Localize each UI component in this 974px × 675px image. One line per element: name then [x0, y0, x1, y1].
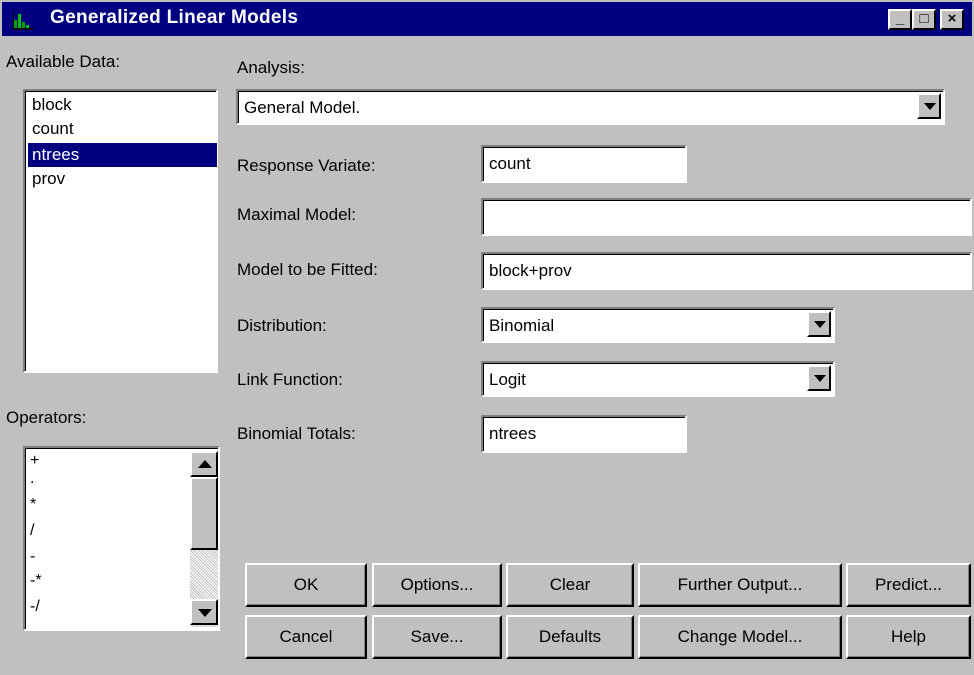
link-function-label: Link Function: — [237, 370, 343, 389]
close-button[interactable]: × — [940, 9, 964, 30]
model-fitted-value: block+prov — [489, 261, 572, 280]
distribution-value: Binomial — [489, 316, 555, 335]
analysis-value: General Model. — [244, 98, 361, 117]
analysis-label: Analysis: — [237, 58, 306, 77]
analysis-dropdown-button[interactable] — [917, 93, 941, 119]
list-item-prov[interactable]: prov — [28, 167, 217, 191]
operator-divide[interactable]: / — [30, 522, 34, 540]
help-button[interactable]: Help — [846, 615, 971, 659]
operator-plus[interactable]: + — [30, 452, 39, 470]
model-fitted-field[interactable]: block+prov — [481, 252, 972, 290]
operator-dot[interactable]: . — [30, 470, 34, 488]
glm-dialog: Generalized Linear Models _ □ × Availabl… — [0, 0, 974, 675]
chevron-down-icon — [924, 103, 936, 110]
operators-list[interactable]: + . * / - -* -/ — [23, 446, 220, 631]
maximize-icon: □ — [919, 10, 929, 27]
chevron-down-icon — [814, 321, 826, 328]
further-output-button[interactable]: Further Output... — [638, 563, 842, 607]
window-title: Generalized Linear Models — [50, 7, 299, 28]
maximal-model-field[interactable] — [481, 198, 972, 236]
analysis-dropdown[interactable]: General Model. — [236, 89, 945, 125]
operator-minus-times[interactable]: -* — [30, 572, 42, 590]
operators-label: Operators: — [6, 408, 87, 427]
maximal-model-label: Maximal Model: — [237, 205, 357, 224]
save-button[interactable]: Save... — [372, 615, 502, 659]
response-variate-field[interactable]: count — [481, 145, 687, 183]
minimize-icon: _ — [895, 10, 905, 27]
close-icon: × — [947, 10, 957, 27]
list-item-ntrees[interactable]: ntrees — [28, 143, 217, 167]
binomial-totals-value: ntrees — [489, 424, 537, 443]
bar-chart-icon — [13, 10, 33, 30]
link-function-dropdown[interactable]: Logit — [481, 361, 835, 397]
model-fitted-label: Model to be Fitted: — [237, 260, 378, 279]
operator-minus-divide[interactable]: -/ — [30, 598, 40, 616]
list-item-count[interactable]: count — [28, 117, 217, 141]
change-model-button[interactable]: Change Model... — [638, 615, 842, 659]
cancel-button[interactable]: Cancel — [245, 615, 367, 659]
predict-button[interactable]: Predict... — [846, 563, 971, 607]
ok-button[interactable]: OK — [245, 563, 367, 607]
link-function-value: Logit — [489, 370, 526, 389]
maximize-button[interactable]: □ — [912, 9, 936, 30]
operator-minus[interactable]: - — [30, 548, 35, 566]
binomial-totals-field[interactable]: ntrees — [481, 415, 687, 453]
chevron-down-icon — [814, 375, 826, 382]
binomial-totals-label: Binomial Totals: — [237, 424, 356, 443]
distribution-dropdown[interactable]: Binomial — [481, 307, 835, 343]
clear-button[interactable]: Clear — [506, 563, 634, 607]
arrow-down-icon — [198, 609, 212, 617]
response-variate-label: Response Variate: — [237, 156, 376, 175]
scrollbar-thumb[interactable] — [190, 477, 218, 550]
available-data-list[interactable]: block count ntrees prov — [23, 89, 218, 373]
options-button[interactable]: Options... — [372, 563, 502, 607]
distribution-label: Distribution: — [237, 316, 327, 335]
distribution-dropdown-button[interactable] — [807, 311, 831, 337]
list-item-block[interactable]: block — [28, 93, 217, 117]
operator-times[interactable]: * — [30, 496, 36, 514]
minimize-button[interactable]: _ — [888, 9, 912, 30]
scroll-down-button[interactable] — [190, 599, 218, 625]
scroll-up-button[interactable] — [190, 451, 218, 477]
link-function-dropdown-button[interactable] — [807, 365, 831, 391]
title-bar[interactable]: Generalized Linear Models _ □ × — [2, 2, 972, 36]
arrow-up-icon — [198, 460, 212, 468]
defaults-button[interactable]: Defaults — [506, 615, 634, 659]
response-variate-value: count — [489, 154, 531, 173]
available-data-label: Available Data: — [6, 52, 121, 71]
